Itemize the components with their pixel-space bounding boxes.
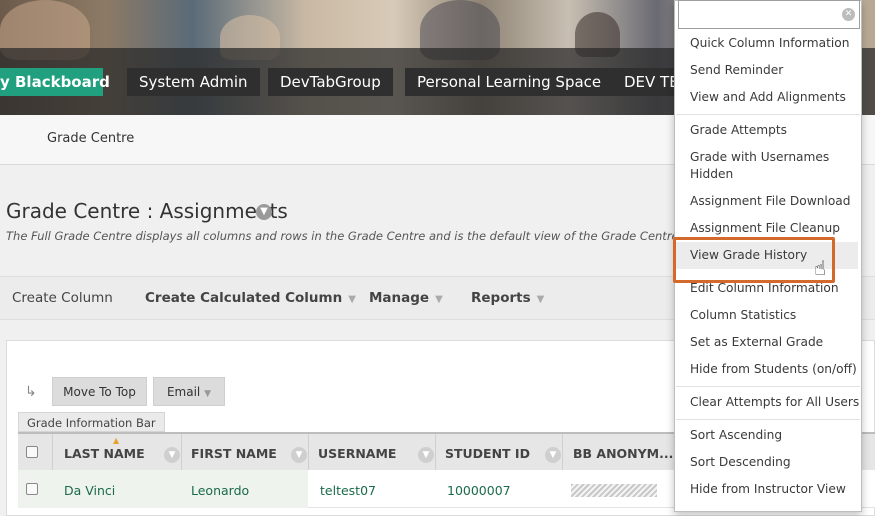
menu-divider xyxy=(676,419,860,420)
row-checkbox[interactable] xyxy=(26,483,38,495)
selection-arrow-icon: ↳ xyxy=(25,384,37,400)
manage-menu[interactable]: Manage ▼ xyxy=(369,290,443,306)
cell-first-name[interactable]: Leonardo xyxy=(191,483,249,498)
move-to-top-button[interactable]: Move To Top xyxy=(52,377,147,406)
menu-item-hide-from-students[interactable]: Hide from Students (on/off) xyxy=(690,361,857,378)
email-button[interactable]: Email ▼ xyxy=(153,377,225,406)
column-last-name[interactable]: LAST NAME xyxy=(64,446,145,461)
menu-divider xyxy=(676,114,860,115)
menu-item-assignment-file-download[interactable]: Assignment File Download xyxy=(690,193,850,210)
name-cell-background xyxy=(18,470,308,508)
menu-item-view-and-add-alignments[interactable]: View and Add Alignments xyxy=(690,89,846,106)
menu-search-input[interactable] xyxy=(678,0,860,29)
menu-item-grade-attempts[interactable]: Grade Attempts xyxy=(690,122,787,139)
page-description: The Full Grade Centre displays all colum… xyxy=(6,229,676,243)
sort-ascending-icon: ▲ xyxy=(113,436,120,445)
create-calculated-column-label: Create Calculated Column xyxy=(145,290,343,306)
menu-item-clear-attempts-for-all-users[interactable]: Clear Attempts for All Users xyxy=(690,394,859,411)
cell-student-id[interactable]: 10000007 xyxy=(447,483,511,498)
chevron-down-icon: ▼ xyxy=(204,389,212,399)
reports-label: Reports xyxy=(471,290,531,306)
menu-divider xyxy=(676,386,860,387)
menu-item-grade-with-usernames-hidden[interactable]: Grade with Usernames Hidden xyxy=(690,149,840,183)
highlight-annotation-box xyxy=(673,237,835,283)
menu-item-sort-ascending[interactable]: Sort Ascending xyxy=(690,427,782,444)
menu-item-assignment-file-cleanup[interactable]: Assignment File Cleanup xyxy=(690,220,840,237)
cell-username[interactable]: teltest07 xyxy=(320,483,376,498)
menu-item-set-as-external-grade[interactable]: Set as External Grade xyxy=(690,334,823,351)
menu-item-sort-descending[interactable]: Sort Descending xyxy=(690,454,791,471)
column-first-name[interactable]: FIRST NAME xyxy=(191,446,277,461)
chevron-down-icon[interactable]: ▼ xyxy=(256,204,272,220)
page-title: Grade Centre : Assignments xyxy=(6,199,288,223)
clear-search-icon[interactable]: ✕ xyxy=(842,8,855,21)
select-all-checkbox[interactable] xyxy=(26,446,38,458)
column-menu-icon[interactable]: ▼ xyxy=(545,447,561,463)
anonymous-grade-cell[interactable] xyxy=(571,484,657,497)
tab-personal-learning-space[interactable]: Personal Learning Space xyxy=(405,68,614,96)
tab-my-blackboard[interactable]: y Blackboard xyxy=(0,68,110,96)
menu-item-column-statistics[interactable]: Column Statistics xyxy=(690,307,796,324)
column-username[interactable]: USERNAME xyxy=(318,446,396,461)
chevron-down-icon: ▼ xyxy=(536,294,545,305)
menu-item-hide-from-instructor-view[interactable]: Hide from Instructor View xyxy=(690,481,846,498)
column-bb-anonymous[interactable]: BB ANONYM... xyxy=(573,446,673,461)
hand-cursor-icon: ☝ xyxy=(814,256,827,280)
chevron-down-icon: ▼ xyxy=(435,294,443,305)
menu-item-quick-column-information[interactable]: Quick Column Information xyxy=(690,35,849,52)
column-menu-icon[interactable]: ▼ xyxy=(418,447,434,463)
create-column-label: Create Column xyxy=(12,290,113,306)
column-student-id[interactable]: STUDENT ID xyxy=(445,446,530,461)
tab-system-admin[interactable]: System Admin xyxy=(127,68,260,96)
column-menu-icon[interactable]: ▼ xyxy=(291,447,307,463)
grade-information-bar[interactable]: Grade Information Bar xyxy=(18,412,165,432)
chevron-down-icon: ▼ xyxy=(348,294,356,305)
breadcrumb[interactable]: Grade Centre xyxy=(47,131,134,146)
reports-menu[interactable]: Reports ▼ xyxy=(471,290,544,306)
tab-dev-tea[interactable]: DEV TEA xyxy=(612,68,689,96)
create-calculated-column-button[interactable]: Create Calculated Column ▼ xyxy=(145,290,356,306)
tab-devtabgroup[interactable]: DevTabGroup xyxy=(268,68,393,96)
email-label: Email xyxy=(166,385,201,399)
column-menu-icon[interactable]: ▼ xyxy=(164,447,180,463)
menu-item-send-reminder[interactable]: Send Reminder xyxy=(690,62,783,79)
cell-last-name[interactable]: Da Vinci xyxy=(64,483,115,498)
manage-label: Manage xyxy=(369,290,430,306)
create-column-button[interactable]: Create Column xyxy=(12,290,113,306)
